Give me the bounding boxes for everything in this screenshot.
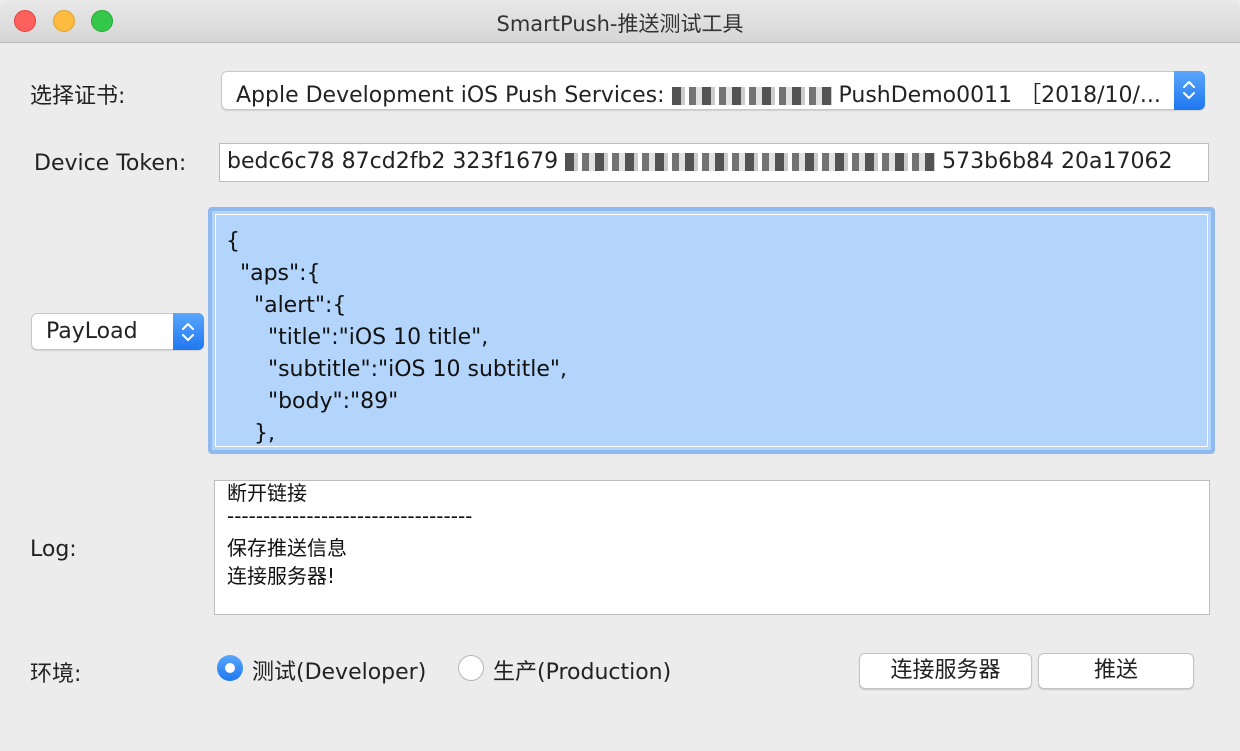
payload-line: "body":"89" [226,389,399,414]
connect-server-button[interactable]: 连接服务器 [859,653,1032,689]
redacted-region [671,87,832,105]
production-radio-label[interactable]: 生产(Production) [493,654,671,686]
certificate-select-value: Apple Development iOS Push Services: Pus… [236,77,1166,109]
environment-label: 环境: [30,662,82,687]
certificate-value-suffix: PushDemo0011 ［2018/10/... [838,83,1161,108]
payload-text-area[interactable]: { "aps":{ "alert":{ "title":"iOS 10 titl… [215,214,1208,447]
payload-line: }, [226,421,275,446]
production-radio[interactable] [458,655,484,681]
device-token-suffix: 573b6b84 20a17062 [942,149,1173,174]
stepper-icon [173,313,204,350]
payload-line: { [226,229,240,254]
payload-mode-value: PayLoad [46,319,138,344]
app-window: SmartPush-推送测试工具 选择证书: Apple Development… [0,0,1240,751]
push-button[interactable]: 推送 [1038,653,1194,689]
developer-radio[interactable] [217,655,243,681]
device-token-prefix: bedc6c78 87cd2fb2 323f1679 [227,149,559,174]
log-line: 断开链接 [227,481,307,505]
device-token-value: bedc6c78 87cd2fb2 323f1679 573b6b84 20a1… [227,149,1173,174]
log-line: ---------------------------------- [227,504,473,528]
device-token-label: Device Token: [34,151,187,176]
payload-line: "title":"iOS 10 title", [226,325,489,350]
log-label: Log: [30,537,77,562]
certificate-value-prefix: Apple Development iOS Push Services: [236,83,665,108]
stepper-icon [1174,71,1205,110]
payload-line: "alert":{ [226,293,347,318]
window-title: SmartPush-推送测试工具 [496,12,744,36]
log-line: 连接服务器! [227,564,336,588]
redacted-region [565,153,936,171]
payload-line: "aps":{ [226,261,321,286]
device-token-input[interactable]: bedc6c78 87cd2fb2 323f1679 573b6b84 20a1… [219,143,1209,182]
certificate-label: 选择证书: [30,84,126,109]
log-line: 保存推送信息 [227,536,347,560]
title-bar: SmartPush-推送测试工具 [0,0,1240,43]
log-text-area[interactable]: 断开链接 ---------------------------------- … [214,480,1210,615]
payload-line: "subtitle":"iOS 10 subtitle", [226,357,567,382]
certificate-select[interactable]: Apple Development iOS Push Services: Pus… [221,71,1205,110]
payload-mode-select[interactable]: PayLoad [31,313,204,350]
developer-radio-label[interactable]: 测试(Developer) [252,654,426,686]
payload-editor[interactable]: { "aps":{ "alert":{ "title":"iOS 10 titl… [208,207,1215,454]
